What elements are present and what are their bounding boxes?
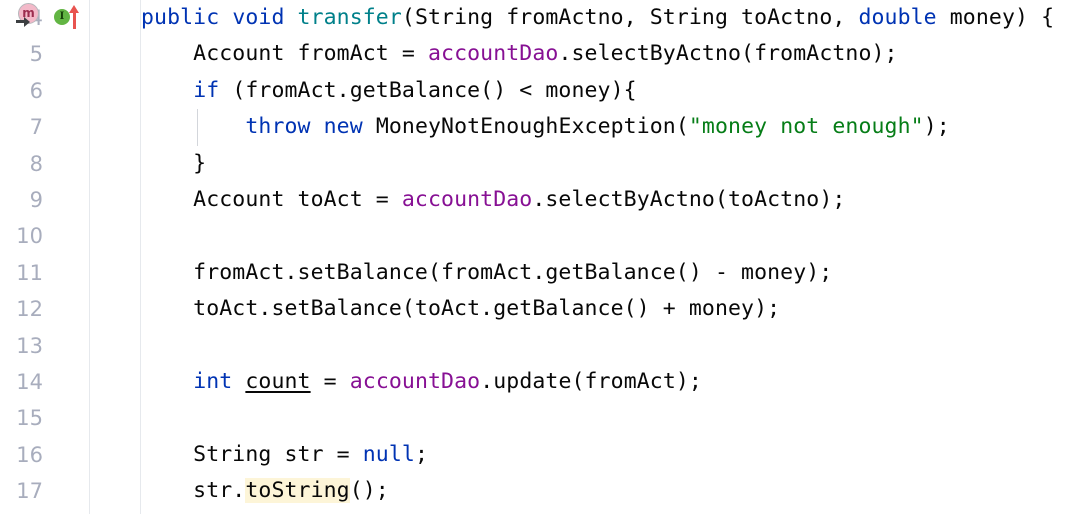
gutter-row[interactable]: 15 xyxy=(0,400,90,436)
line-number: 11 xyxy=(16,260,43,285)
code-token-plain: str. xyxy=(141,478,246,504)
code-line[interactable]: fromAct.setBalance(fromAct.getBalance() … xyxy=(141,255,832,291)
code-token-plain: MoneyNotEnoughException( xyxy=(362,114,689,140)
code-line[interactable]: str.toString(); xyxy=(141,473,389,509)
code-token-plain: (fromAct.getBalance() < money){ xyxy=(219,77,637,103)
code-line[interactable]: throw new MoneyNotEnoughException("money… xyxy=(141,109,950,145)
line-number: 17 xyxy=(16,479,43,504)
code-token-plain: ; xyxy=(414,441,428,467)
gutter-marker-group[interactable]: mI xyxy=(16,1,90,35)
code-token-plain: ); xyxy=(923,114,950,140)
gutter-row[interactable]: 12 xyxy=(0,291,90,327)
interface-glyph: I xyxy=(59,11,65,22)
code-editor[interactable]: 4567891011121314151617mI public void tra… xyxy=(0,0,1075,514)
gutter-row[interactable]: 5 xyxy=(0,36,90,72)
code-folding-strip[interactable] xyxy=(91,0,141,514)
code-token-unused: count xyxy=(245,369,311,394)
code-token-fn: transfer xyxy=(297,5,402,30)
code-token-plain: money) { xyxy=(936,5,1055,30)
code-token-kw: null xyxy=(362,441,415,467)
code-token-kw: throw xyxy=(245,114,311,140)
code-token-field: accountDao xyxy=(427,41,559,67)
code-line[interactable]: } xyxy=(141,146,206,182)
line-number: 12 xyxy=(16,297,43,322)
indent-guide xyxy=(197,109,198,146)
gutter-row[interactable]: 8 xyxy=(0,146,90,182)
code-token-kw: public xyxy=(141,5,220,30)
code-line[interactable]: public void transfer(String fromActno, S… xyxy=(141,0,1054,36)
implementing-method-icon[interactable]: m xyxy=(16,3,41,28)
implement-arrow-icon xyxy=(16,16,32,28)
interface-implementation-icon[interactable]: I xyxy=(54,5,86,29)
line-number: 13 xyxy=(16,333,43,358)
code-token-kw: new xyxy=(323,114,363,140)
code-token-plain: } xyxy=(141,150,207,176)
code-token-plain: .selectByActno(toActno); xyxy=(532,187,846,212)
line-number: 5 xyxy=(29,42,43,67)
line-number: 6 xyxy=(29,78,43,103)
code-line[interactable]: if (fromAct.getBalance() < money){ xyxy=(141,73,637,109)
line-number: 14 xyxy=(16,370,43,394)
line-number: 8 xyxy=(29,151,43,176)
code-token-str: "money not enough" xyxy=(688,114,924,140)
code-token-kw: double xyxy=(858,5,937,30)
line-number: 10 xyxy=(16,224,43,249)
code-token-plain: Account fromAct = xyxy=(141,41,428,67)
code-token-plain: .update(fromAct); xyxy=(480,369,702,394)
code-token-kw: if xyxy=(193,77,220,103)
code-token-plain: = xyxy=(310,369,350,394)
line-number: 7 xyxy=(29,115,43,140)
line-number: 16 xyxy=(16,442,43,467)
code-token-plain: toAct.setBalance(toAct.getBalance() + mo… xyxy=(141,296,781,322)
code-token-plain: fromAct.setBalance(fromAct.getBalance() … xyxy=(141,259,833,285)
gutter-row[interactable]: 11 xyxy=(0,255,90,291)
code-line[interactable]: Account toAct = accountDao.selectByActno… xyxy=(141,182,845,218)
code-token-plain: (String fromActno, String toActno, xyxy=(401,5,859,30)
code-token-field: accountDao xyxy=(401,187,533,212)
code-token-hl-warn: toString xyxy=(245,478,350,504)
gutter-row[interactable]: 10 xyxy=(0,218,90,254)
code-token-plain: String str = xyxy=(141,441,363,467)
gutter-row[interactable]: 9 xyxy=(0,182,90,218)
code-line[interactable]: toAct.setBalance(toAct.getBalance() + mo… xyxy=(141,291,780,327)
code-line[interactable]: Account fromAct = accountDao.selectByAct… xyxy=(141,36,898,72)
code-content[interactable]: public void transfer(String fromActno, S… xyxy=(141,0,1075,514)
code-token-field: accountDao xyxy=(349,369,481,394)
gutter-row[interactable]: 6 xyxy=(0,73,90,109)
gutter-row[interactable]: 14 xyxy=(0,364,90,400)
code-line[interactable]: int count = accountDao.update(fromAct); xyxy=(141,364,702,400)
code-token-plain: .selectByActno(fromActno); xyxy=(558,41,898,67)
gutter-row[interactable]: 16 xyxy=(0,437,90,473)
code-token-plain: Account toAct = xyxy=(141,187,402,212)
gutter-row[interactable]: 7 xyxy=(0,109,90,145)
code-token-kw: int xyxy=(193,369,233,394)
implements-up-arrow-icon xyxy=(69,5,83,29)
gutter-row[interactable]: 17 xyxy=(0,473,90,509)
code-token-kw: void xyxy=(232,5,285,30)
code-token-plain: (); xyxy=(349,478,389,504)
line-number: 15 xyxy=(16,406,43,431)
gutter-row[interactable]: 13 xyxy=(0,328,90,364)
code-line[interactable]: String str = null; xyxy=(141,437,428,473)
line-number: 9 xyxy=(29,188,43,212)
